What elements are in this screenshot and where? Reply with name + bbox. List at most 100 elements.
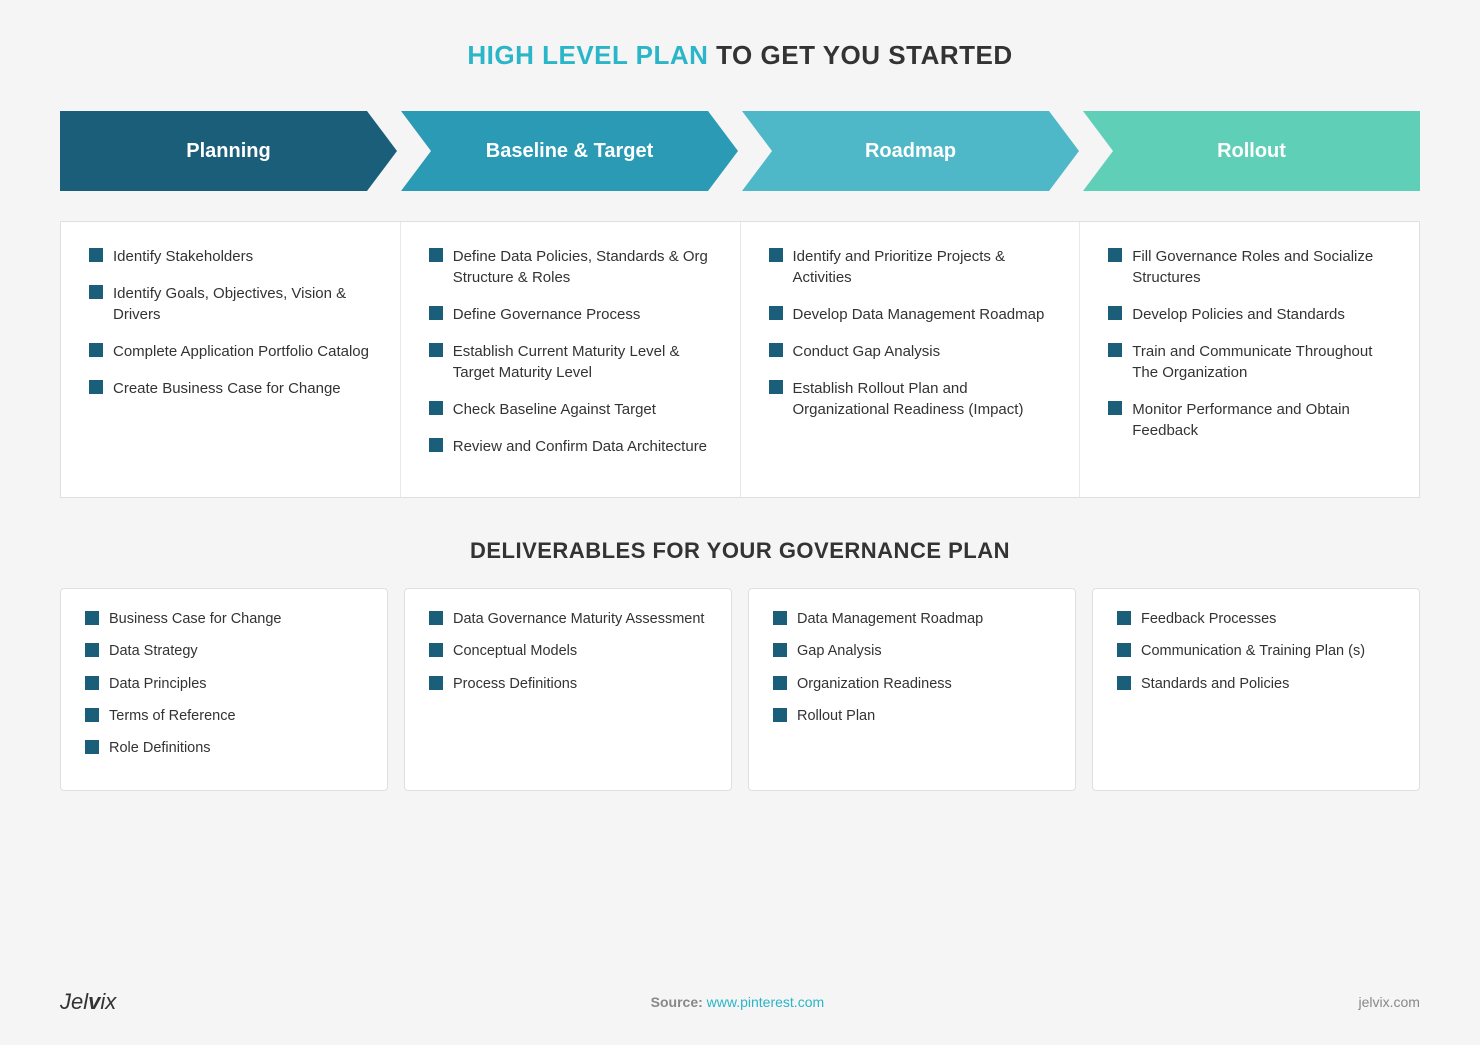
list-item: Monitor Performance and Obtain Feedback [1108,399,1391,441]
baseline-list: Define Data Policies, Standards & Org St… [429,246,712,457]
bullet-icon [85,643,99,657]
footer-source: Source: www.pinterest.com [651,994,825,1010]
list-item: Data Principles [85,674,363,694]
arrow-banner: Planning Baseline & Target Roadmap Rollo… [60,111,1420,191]
bullet-icon [1108,248,1122,262]
bullet-icon [429,676,443,690]
bullet-icon [769,306,783,320]
phase-roadmap-arrow: Roadmap [742,111,1079,191]
deliverable-planning-col: Business Case for Change Data Strategy D… [60,588,388,791]
page-title: HIGH LEVEL PLAN TO GET YOU STARTED [467,40,1012,71]
bullet-icon [429,438,443,452]
list-item: Check Baseline Against Target [429,399,712,420]
bullet-icon [773,643,787,657]
bullet-icon [1108,306,1122,320]
bullet-icon [429,306,443,320]
bullet-icon [773,708,787,722]
deliverable-rollout-col: Feedback Processes Communication & Train… [1092,588,1420,791]
bullet-icon [429,401,443,415]
bullet-icon [769,380,783,394]
deliverable-baseline-col: Data Governance Maturity Assessment Conc… [404,588,732,791]
list-item: Conceptual Models [429,641,707,661]
phase-baseline-arrow: Baseline & Target [401,111,738,191]
list-item: Identify Goals, Objectives, Vision & Dri… [89,283,372,325]
list-item: Data Strategy [85,641,363,661]
list-item: Fill Governance Roles and Socialize Stru… [1108,246,1391,288]
list-item: Business Case for Change [85,609,363,629]
list-item: Rollout Plan [773,706,1051,726]
phase-baseline-label: Baseline & Target [486,140,653,163]
phase-roadmap-label: Roadmap [865,140,956,163]
bullet-icon [1117,611,1131,625]
deliverable-roadmap-list: Data Management Roadmap Gap Analysis Org… [773,609,1051,726]
bullet-icon [89,248,103,262]
footer-source-link[interactable]: www.pinterest.com [707,994,824,1010]
bullet-icon [429,343,443,357]
list-item: Data Governance Maturity Assessment [429,609,707,629]
list-item: Establish Rollout Plan and Organizationa… [769,378,1052,420]
phase-planning-label: Planning [186,140,270,163]
list-item: Process Definitions [429,674,707,694]
footer-brand-right: jelvix.com [1359,994,1420,1010]
list-item: Identify Stakeholders [89,246,372,267]
bullet-icon [1117,676,1131,690]
bullet-icon [85,708,99,722]
bullet-icon [769,248,783,262]
phase-planning-arrow: Planning [60,111,397,191]
list-item: Define Data Policies, Standards & Org St… [429,246,712,288]
list-item: Review and Confirm Data Architecture [429,436,712,457]
bullet-icon [1108,343,1122,357]
bullet-icon [89,343,103,357]
footer: Jelvix Source: www.pinterest.com jelvix.… [60,965,1420,1015]
bullet-icon [89,285,103,299]
list-item: Terms of Reference [85,706,363,726]
bullet-icon [769,343,783,357]
list-item: Data Management Roadmap [773,609,1051,629]
list-item: Identify and Prioritize Projects & Activ… [769,246,1052,288]
bullet-icon [429,248,443,262]
bullet-icon [85,740,99,754]
deliverable-baseline-list: Data Governance Maturity Assessment Conc… [429,609,707,694]
deliverables-grid: Business Case for Change Data Strategy D… [60,588,1420,791]
bullet-icon [773,611,787,625]
baseline-col: Define Data Policies, Standards & Org St… [401,222,741,497]
bullet-icon [429,643,443,657]
list-item: Feedback Processes [1117,609,1395,629]
list-item: Communication & Training Plan (s) [1117,641,1395,661]
planning-col: Identify Stakeholders Identify Goals, Ob… [61,222,401,497]
list-item: Develop Policies and Standards [1108,304,1391,325]
list-item: Establish Current Maturity Level & Targe… [429,341,712,383]
rollout-list: Fill Governance Roles and Socialize Stru… [1108,246,1391,441]
list-item: Role Definitions [85,738,363,758]
list-item: Complete Application Portfolio Catalog [89,341,372,362]
rollout-col: Fill Governance Roles and Socialize Stru… [1080,222,1419,497]
bullet-icon [1117,643,1131,657]
bullet-icon [429,611,443,625]
title-highlight: HIGH LEVEL PLAN [467,40,708,70]
planning-list: Identify Stakeholders Identify Goals, Ob… [89,246,372,399]
deliverable-roadmap-col: Data Management Roadmap Gap Analysis Org… [748,588,1076,791]
deliverables-title: DELIVERABLES FOR YOUR GOVERNANCE PLAN [470,538,1010,564]
footer-brand-left: Jelvix [60,989,116,1015]
list-item: Develop Data Management Roadmap [769,304,1052,325]
list-item: Create Business Case for Change [89,378,372,399]
deliverable-planning-list: Business Case for Change Data Strategy D… [85,609,363,758]
bullet-icon [1108,401,1122,415]
list-item: Define Governance Process [429,304,712,325]
roadmap-col: Identify and Prioritize Projects & Activ… [741,222,1081,497]
title-rest: TO GET YOU STARTED [708,40,1012,70]
list-item: Standards and Policies [1117,674,1395,694]
phase-rollout-label: Rollout [1217,140,1286,163]
bullet-icon [89,380,103,394]
list-item: Train and Communicate Throughout The Org… [1108,341,1391,383]
list-item: Organization Readiness [773,674,1051,694]
bullet-icon [85,611,99,625]
bullet-icon [85,676,99,690]
bullet-icon [773,676,787,690]
deliverable-rollout-list: Feedback Processes Communication & Train… [1117,609,1395,694]
roadmap-list: Identify and Prioritize Projects & Activ… [769,246,1052,420]
phase-rollout-arrow: Rollout [1083,111,1420,191]
phase-content-grid: Identify Stakeholders Identify Goals, Ob… [60,221,1420,498]
list-item: Gap Analysis [773,641,1051,661]
list-item: Conduct Gap Analysis [769,341,1052,362]
